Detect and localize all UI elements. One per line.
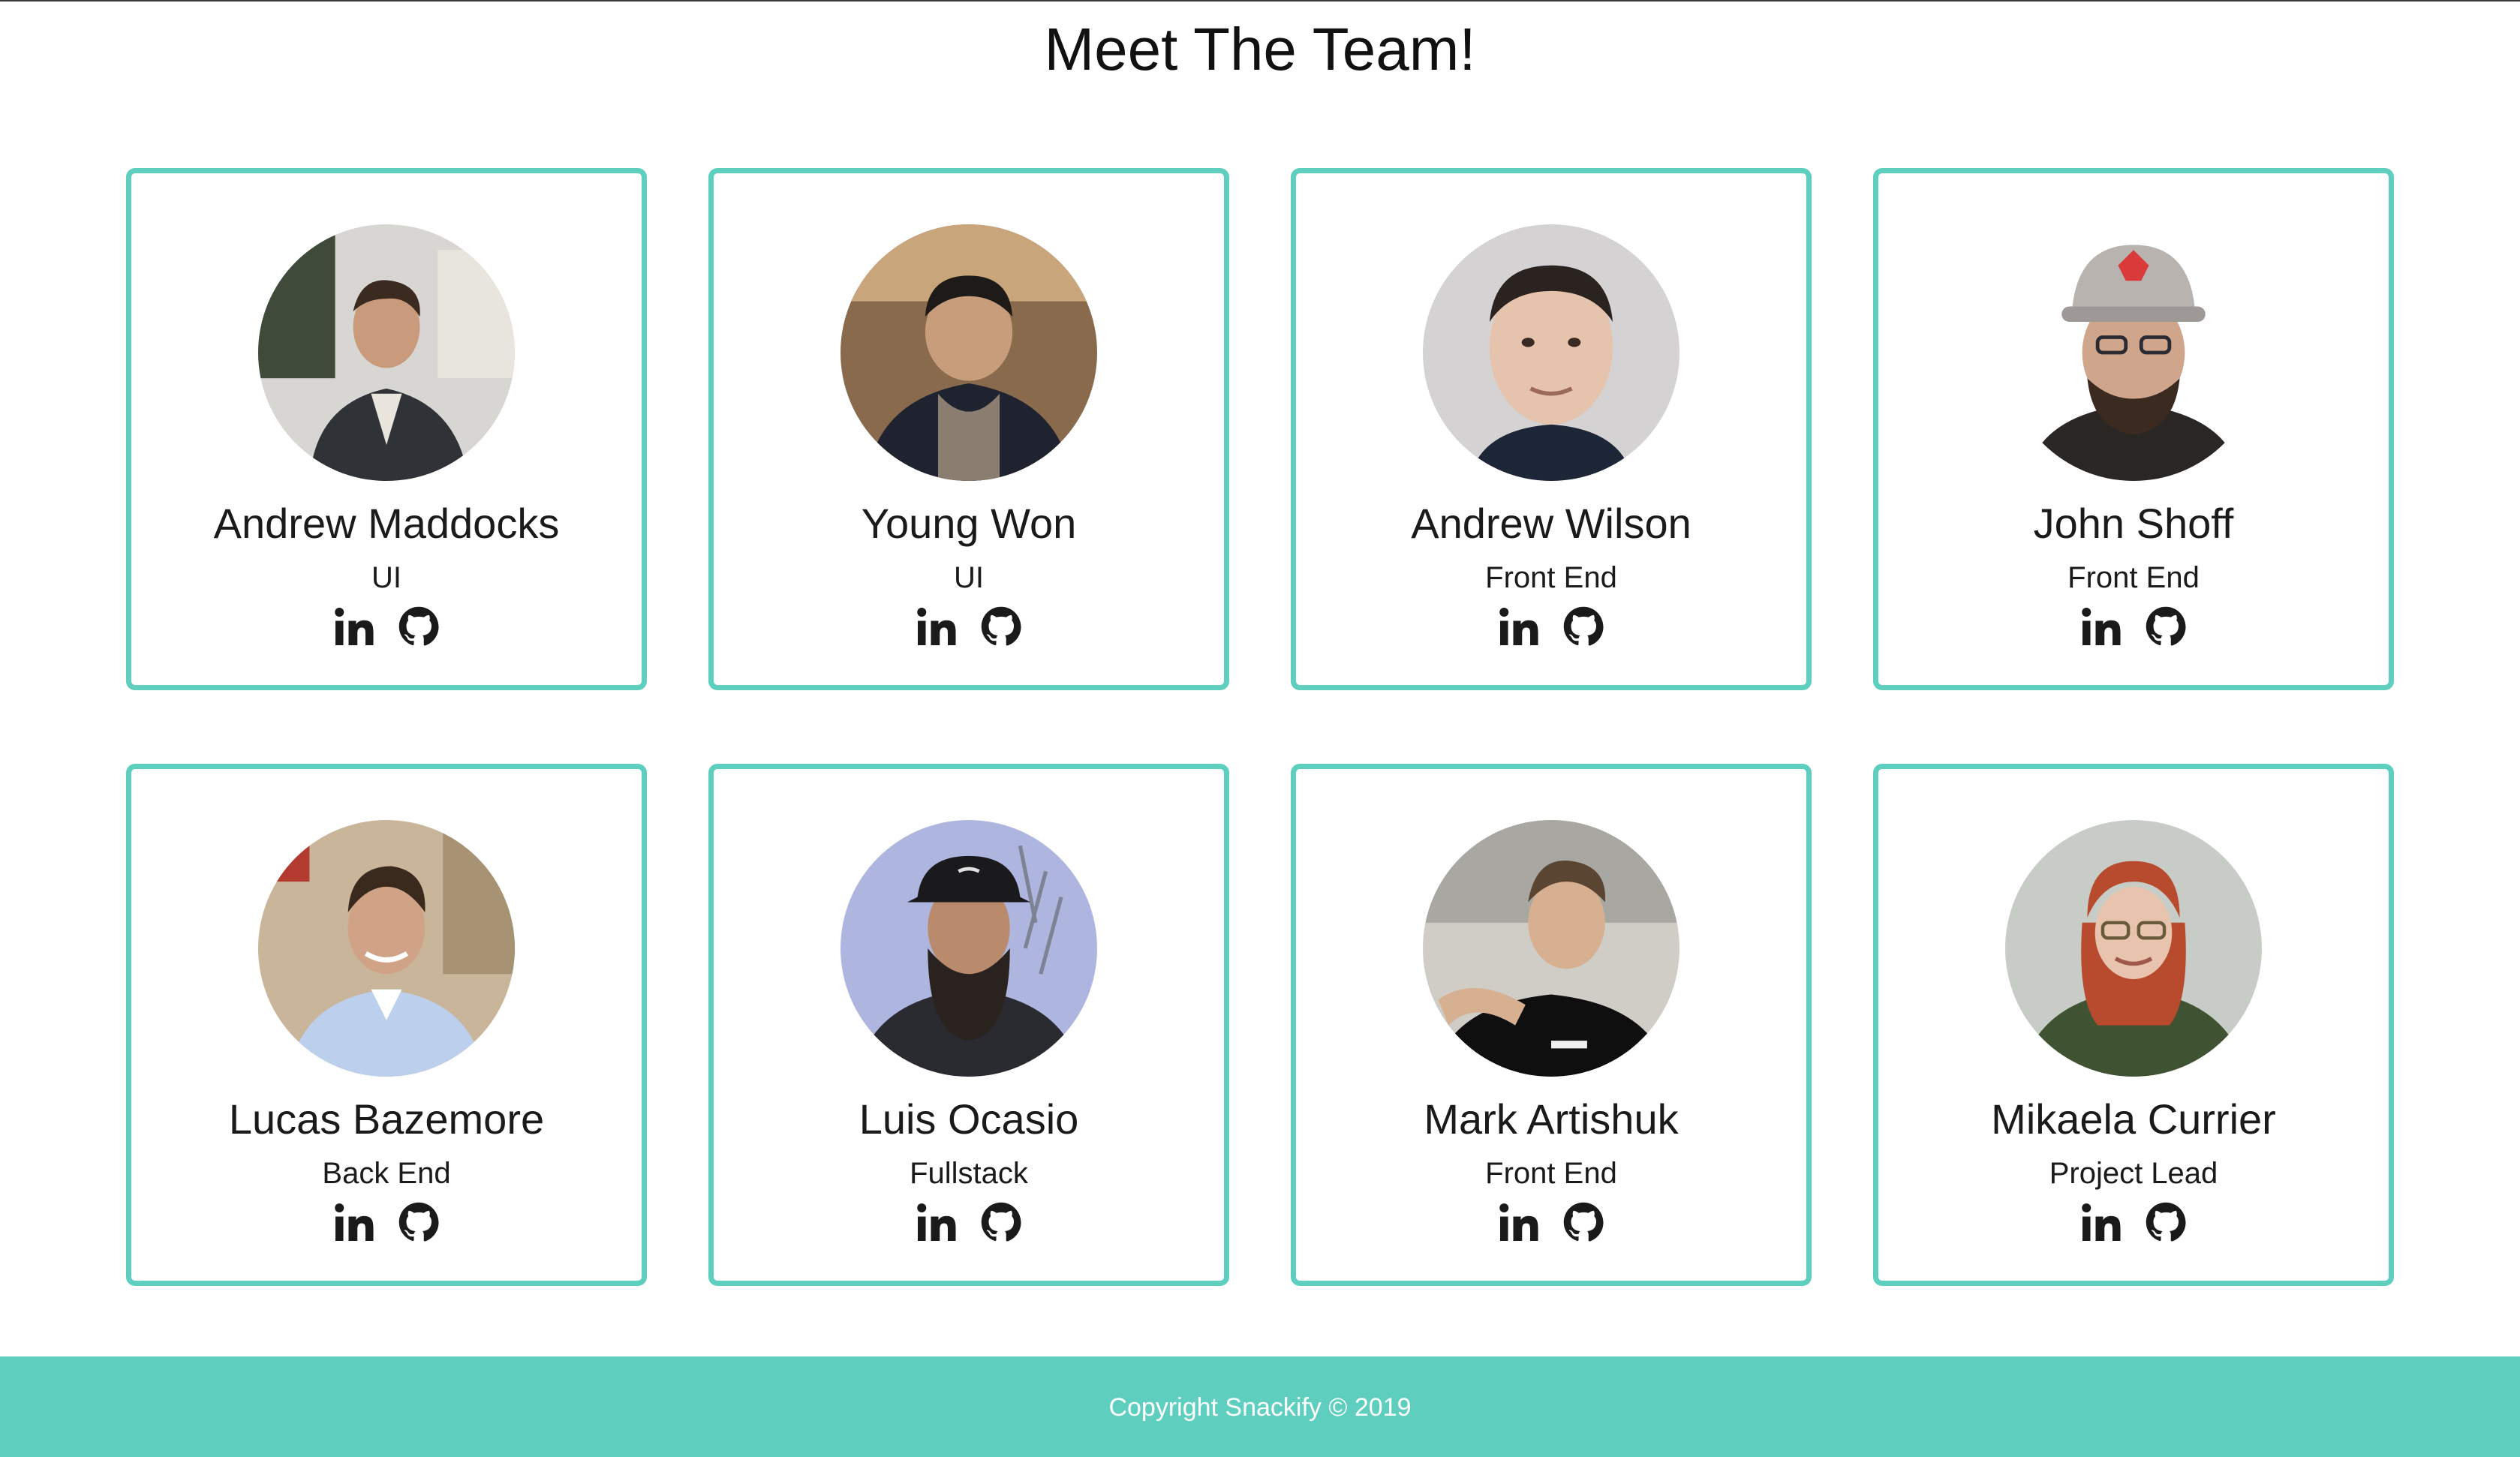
linkedin-icon[interactable] <box>2077 1198 2125 1246</box>
member-role: Front End <box>1485 561 1617 594</box>
github-icon[interactable] <box>977 1198 1025 1246</box>
page-title: Meet The Team! <box>1044 16 1476 83</box>
github-icon[interactable] <box>1559 1198 1607 1246</box>
avatar <box>2005 820 2262 1077</box>
linkedin-icon[interactable] <box>913 602 961 650</box>
avatar <box>2005 224 2262 481</box>
member-name: Lucas Bazemore <box>228 1095 545 1143</box>
social-links <box>2077 1198 2190 1246</box>
github-icon[interactable] <box>395 1198 443 1246</box>
social-links <box>1495 602 1607 650</box>
linkedin-icon[interactable] <box>1495 602 1543 650</box>
github-icon[interactable] <box>2142 602 2190 650</box>
social-links <box>2077 602 2190 650</box>
team-member-card: Mikaela Currier Project Lead <box>1873 764 2394 1286</box>
team-member-card: Andrew Wilson Front End <box>1291 168 1812 690</box>
member-role: Front End <box>2067 561 2200 594</box>
team-member-card: Luis Ocasio Fullstack <box>708 764 1229 1286</box>
social-links <box>330 602 443 650</box>
member-role: Project Lead <box>2049 1157 2218 1190</box>
linkedin-icon[interactable] <box>330 1198 378 1246</box>
github-icon[interactable] <box>977 602 1025 650</box>
team-member-card: Lucas Bazemore Back End <box>126 764 647 1286</box>
member-role: Back End <box>322 1157 451 1190</box>
footer: Copyright Snackify © 2019 <box>0 1356 2520 1457</box>
member-name: John Shoff <box>2033 500 2234 547</box>
team-member-card: John Shoff Front End <box>1873 168 2394 690</box>
team-grid: Andrew Maddocks UI Young Won UI Andrew W… <box>126 168 2394 1286</box>
linkedin-icon[interactable] <box>1495 1198 1543 1246</box>
linkedin-icon[interactable] <box>2077 602 2125 650</box>
social-links <box>913 1198 1025 1246</box>
social-links <box>913 602 1025 650</box>
github-icon[interactable] <box>1559 602 1607 650</box>
avatar <box>1423 820 1679 1077</box>
avatar <box>258 820 515 1077</box>
team-member-card: Young Won UI <box>708 168 1229 690</box>
linkedin-icon[interactable] <box>913 1198 961 1246</box>
team-member-card: Mark Artishuk Front End <box>1291 764 1812 1286</box>
avatar <box>258 224 515 481</box>
avatar <box>841 820 1097 1077</box>
page: Meet The Team! Andrew Maddocks UI Young … <box>0 0 2520 1457</box>
member-role: Fullstack <box>910 1157 1028 1190</box>
member-name: Luis Ocasio <box>859 1095 1079 1143</box>
avatar <box>1423 224 1679 481</box>
github-icon[interactable] <box>2142 1198 2190 1246</box>
member-name: Mikaela Currier <box>1991 1095 2276 1143</box>
member-name: Andrew Wilson <box>1411 500 1692 547</box>
member-role: UI <box>954 561 984 594</box>
member-name: Andrew Maddocks <box>213 500 560 547</box>
linkedin-icon[interactable] <box>330 602 378 650</box>
copyright-text: Copyright Snackify © 2019 <box>1108 1392 1412 1422</box>
member-role: UI <box>371 561 401 594</box>
member-role: Front End <box>1485 1157 1617 1190</box>
avatar <box>841 224 1097 481</box>
social-links <box>1495 1198 1607 1246</box>
member-name: Mark Artishuk <box>1424 1095 1679 1143</box>
team-member-card: Andrew Maddocks UI <box>126 168 647 690</box>
github-icon[interactable] <box>395 602 443 650</box>
member-name: Young Won <box>861 500 1077 547</box>
social-links <box>330 1198 443 1246</box>
